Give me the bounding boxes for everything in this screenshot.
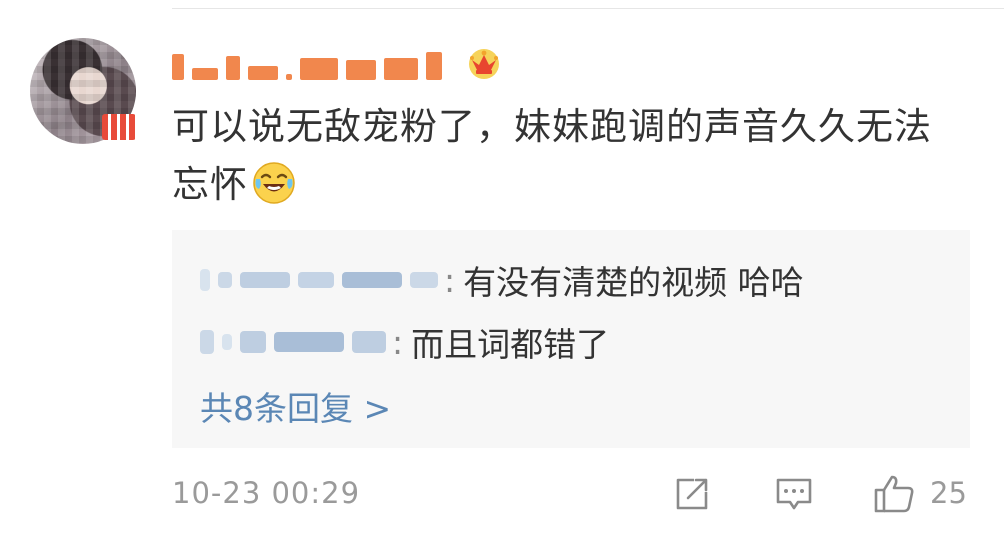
reply-author[interactable] — [200, 269, 438, 291]
crown-icon — [469, 49, 499, 79]
reply-item[interactable]: : 而且词都错了 — [200, 318, 609, 366]
like-icon[interactable] — [872, 474, 916, 514]
reply-author[interactable] — [200, 330, 386, 354]
reply-text: 有没有清楚的视频 哈哈 — [463, 263, 804, 302]
more-replies-link[interactable]: 共8条回复 > — [200, 382, 391, 430]
reply-item[interactable]: : 有没有清楚的视频 哈哈 — [200, 256, 804, 304]
comment-icon[interactable] — [774, 474, 814, 514]
laugh-cry-emoji-icon — [253, 162, 295, 204]
reply-box[interactable]: : 有没有清楚的视频 哈哈 : 而且词都错了 共8条回复 > — [172, 230, 970, 448]
like-count: 25 — [930, 476, 967, 510]
timestamp: 10-23 00:29 — [172, 476, 361, 510]
reply-text: 而且词都错了 — [411, 325, 610, 364]
comment-body: 可以说无敌宠粉了，妹妹跑调的声音久久无法忘怀 — [172, 98, 952, 214]
reply-separator: : — [444, 260, 456, 300]
share-icon[interactable] — [672, 474, 712, 514]
top-divider — [172, 8, 1004, 9]
username-blurred[interactable] — [172, 50, 442, 80]
reply-separator: : — [392, 322, 404, 362]
avatar-badge — [102, 114, 136, 140]
